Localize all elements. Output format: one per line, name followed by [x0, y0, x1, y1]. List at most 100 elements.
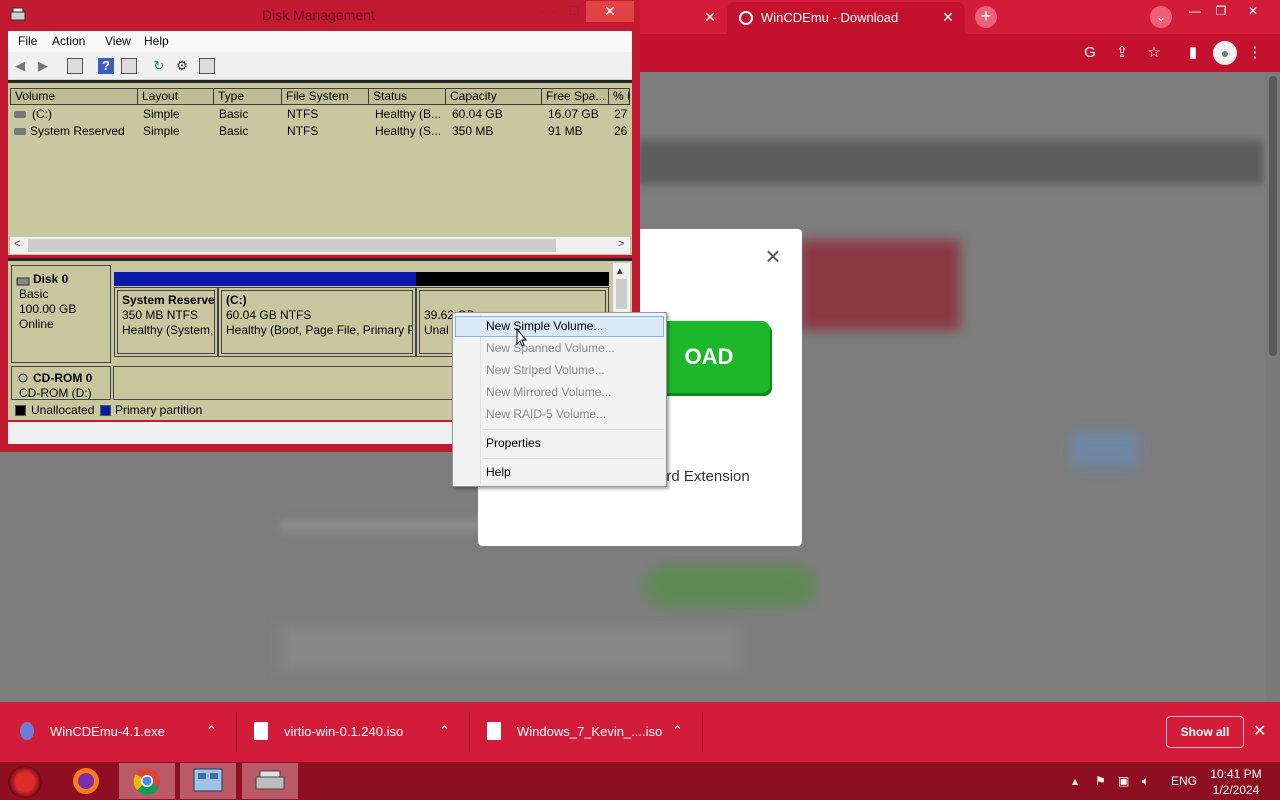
help-icon[interactable]: ?: [98, 58, 114, 74]
flag-icon[interactable]: ⚑: [1095, 774, 1106, 788]
divider: [469, 712, 470, 752]
close-window-button[interactable]: ✕: [1240, 2, 1266, 20]
column-volume[interactable]: Volume: [10, 88, 138, 105]
cell-file-system: NTFS: [287, 124, 319, 138]
scroll-up-icon[interactable]: ▴: [617, 264, 623, 277]
language-indicator[interactable]: ENG: [1171, 774, 1197, 788]
google-icon[interactable]: G: [1080, 43, 1100, 63]
list-view-icon[interactable]: [121, 58, 137, 74]
close-tab-icon[interactable]: ✕: [701, 8, 719, 26]
forward-arrow-icon[interactable]: ▶: [35, 58, 51, 74]
menu-action[interactable]: Action: [52, 34, 85, 48]
cell-status: Healthy (B...: [375, 107, 442, 121]
share-icon[interactable]: ⇪: [1112, 43, 1132, 63]
chrome-icon: [133, 768, 160, 795]
tab-wincdemu-download[interactable]: WinCDEmu - Download ✕: [727, 2, 965, 34]
title-bar[interactable]: Disk Management — ☐ ✕: [0, 0, 640, 30]
partition-color-bar: [218, 272, 416, 286]
disk-kind: Basic: [19, 287, 49, 301]
taskbar-firefox[interactable]: [58, 763, 114, 799]
cell-type: Basic: [219, 107, 249, 121]
partition-c[interactable]: (C:) 60.04 GB NTFS Healthy (Boot, Page F…: [218, 287, 416, 357]
menu-file[interactable]: File: [18, 34, 37, 48]
cdrom-name: CD-ROM 0: [33, 371, 93, 385]
modal-close-icon[interactable]: ×: [762, 243, 784, 269]
chevron-up-icon[interactable]: ⌃: [206, 723, 217, 739]
back-arrow-icon[interactable]: ◀: [12, 58, 28, 74]
partition-color-bar: [114, 272, 218, 286]
scroll-thumb[interactable]: [28, 239, 556, 252]
close-shelf-icon[interactable]: ✕: [1253, 721, 1266, 741]
scroll-left-icon[interactable]: <: [14, 238, 20, 250]
properties-icon[interactable]: [199, 58, 215, 74]
cell-file-system: NTFS: [287, 107, 319, 121]
side-panel-icon[interactable]: ▮: [1183, 43, 1203, 63]
close-button[interactable]: ✕: [586, 1, 634, 22]
taskbar-disk-management[interactable]: [242, 763, 298, 799]
cell-layout: Simple: [143, 107, 180, 121]
menu-properties[interactable]: Properties: [455, 433, 664, 454]
disk-size: 100.00 GB: [19, 302, 77, 316]
maximize-button[interactable]: ☐: [562, 2, 586, 20]
show-all-button[interactable]: Show all: [1166, 716, 1244, 748]
cdrom-0-label[interactable]: CD-ROM 0 CD-ROM (D:): [11, 366, 111, 400]
column-type[interactable]: Type: [214, 88, 282, 105]
partition-system-reserved[interactable]: System Reserve 350 MB NTFS Healthy (Syst…: [114, 287, 218, 357]
menu-new-mirrored-volume[interactable]: New Mirrored Volume...: [455, 382, 664, 403]
column-free-space[interactable]: Free Spa...: [542, 88, 609, 105]
tab-search-button[interactable]: ⌄: [1150, 6, 1172, 28]
column-percent-free[interactable]: % F: [609, 88, 630, 105]
volume-icon[interactable]: 🔈︎: [1142, 774, 1149, 789]
menu-new-striped-volume[interactable]: New Striped Volume...: [455, 360, 664, 381]
column-capacity[interactable]: Capacity: [446, 88, 542, 105]
cell-capacity: 350 MB: [452, 124, 494, 138]
page-scrollbar[interactable]: [1266, 72, 1280, 702]
scroll-right-icon[interactable]: >: [618, 238, 624, 250]
taskbar-chrome[interactable]: [119, 763, 175, 799]
clock[interactable]: 10:41 PM 1/2/2024: [1206, 766, 1266, 798]
primary-partition-swatch: [100, 405, 111, 416]
cell-type: Basic: [219, 124, 249, 138]
column-layout[interactable]: Layout: [138, 88, 214, 105]
cdrom-icon: [18, 373, 28, 383]
cdrom-partition-area[interactable]: [113, 366, 453, 400]
table-row[interactable]: (C:) Simple Basic NTFS Healthy (B... 60.…: [10, 106, 630, 123]
menu-new-spanned-volume[interactable]: New Spanned Volume...: [455, 338, 664, 359]
menu-help[interactable]: Help: [455, 462, 664, 483]
rescan-disks-icon[interactable]: ⚙: [174, 58, 190, 74]
refresh-icon[interactable]: ↻: [151, 58, 167, 74]
bookmark-star-icon[interactable]: ☆: [1144, 43, 1164, 63]
menu-help[interactable]: Help: [144, 34, 169, 48]
partition-size: 350 MB NTFS: [122, 308, 199, 322]
menu-new-raid5-volume[interactable]: New RAID-5 Volume...: [455, 404, 664, 425]
cell-capacity: 60.04 GB: [452, 107, 503, 121]
disk-0-label[interactable]: Disk 0 Basic 100.00 GB Online: [11, 265, 111, 363]
show-hidden-icons-icon[interactable]: ▴: [1072, 774, 1078, 788]
chevron-up-icon[interactable]: ⌃: [672, 723, 683, 739]
network-icon[interactable]: ▣: [1118, 774, 1129, 788]
table-row[interactable]: System Reserved Simple Basic NTFS Health…: [10, 123, 630, 140]
minimize-button[interactable]: —: [1182, 2, 1208, 20]
start-button[interactable]: [8, 766, 42, 798]
profile-avatar[interactable]: ●: [1213, 41, 1237, 65]
horizontal-scrollbar[interactable]: < >: [10, 237, 630, 254]
minimize-button[interactable]: —: [536, 2, 560, 20]
menu-dots-icon[interactable]: ⋮: [1245, 43, 1265, 63]
menu-new-simple-volume[interactable]: New Simple Volume...: [455, 316, 664, 337]
chevron-up-icon[interactable]: ⌃: [439, 723, 450, 739]
close-tab-icon[interactable]: ✕: [939, 8, 957, 26]
scroll-thumb[interactable]: [616, 279, 627, 309]
menu-view[interactable]: View: [105, 34, 131, 48]
partition-status: Healthy (Boot, Page File, Primary P: [226, 323, 413, 337]
console-tree-icon[interactable]: [67, 58, 83, 74]
new-tab-button[interactable]: +: [975, 6, 997, 28]
restore-button[interactable]: ❐: [1208, 2, 1234, 20]
cell-volume: System Reserved: [30, 124, 125, 138]
column-file-system[interactable]: File System: [282, 88, 369, 105]
cell-percent-free: 26: [614, 124, 628, 138]
clock-time: 10:41 PM: [1210, 767, 1262, 781]
download-filename: WinCDEmu-4.1.exe: [50, 724, 165, 739]
installer-icon: [20, 722, 34, 740]
column-status[interactable]: Status: [369, 88, 446, 105]
taskbar-computer-management[interactable]: [180, 763, 236, 799]
